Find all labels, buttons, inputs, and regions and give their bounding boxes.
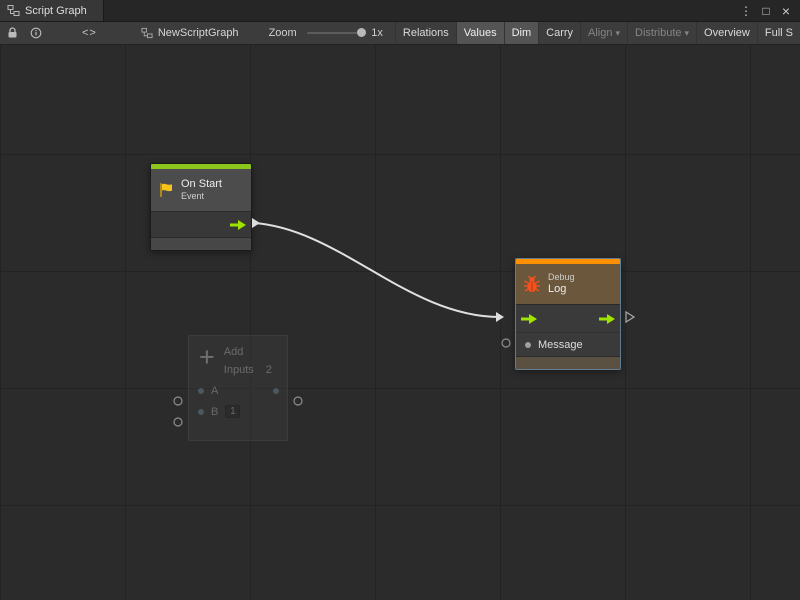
debug-log-node[interactable]: Debug Log Message bbox=[515, 258, 621, 370]
tab-script-graph[interactable]: Script Graph bbox=[0, 0, 104, 21]
graph-asset-icon bbox=[141, 27, 153, 39]
window-controls: ⋮ □ × bbox=[738, 0, 800, 21]
debug-footer bbox=[516, 356, 620, 369]
port-a-icon bbox=[198, 388, 204, 394]
node-title: Log bbox=[548, 283, 575, 296]
close-icon[interactable]: × bbox=[778, 1, 794, 21]
node-subtitle: Event bbox=[181, 191, 222, 202]
debug-message-row[interactable]: Message bbox=[516, 332, 620, 356]
chevron-down-icon: ▾ bbox=[616, 28, 621, 39]
chevron-down-icon: ▾ bbox=[685, 28, 690, 39]
on-start-footer bbox=[151, 237, 251, 250]
overview-button[interactable]: Overview bbox=[696, 22, 757, 44]
flag-icon bbox=[157, 181, 175, 199]
on-start-node[interactable]: On Start Event bbox=[150, 163, 252, 251]
graph-name-label: NewScriptGraph bbox=[158, 27, 239, 39]
carry-button[interactable]: Carry bbox=[538, 22, 580, 44]
wire-source-arrow-icon[interactable] bbox=[252, 218, 260, 228]
tab-title: Script Graph bbox=[25, 5, 87, 17]
values-button[interactable]: Values bbox=[456, 22, 504, 44]
port-row-a: A bbox=[189, 380, 287, 401]
port-b-value-field: 1 bbox=[225, 405, 240, 418]
message-port-ring-icon[interactable] bbox=[502, 339, 510, 347]
edit-source-icon[interactable]: <> bbox=[82, 27, 97, 39]
node-category: Debug bbox=[548, 272, 575, 283]
maximize-icon[interactable]: □ bbox=[758, 1, 774, 21]
debug-trigger-row bbox=[516, 304, 620, 332]
zoom-slider[interactable] bbox=[307, 32, 364, 34]
add-preview-header: + Add Inputs 2 bbox=[189, 336, 287, 380]
zoom-label: Zoom bbox=[269, 27, 297, 39]
port-b-icon bbox=[198, 409, 204, 415]
port-b-label: B bbox=[211, 406, 218, 418]
on-start-body bbox=[151, 211, 251, 237]
wires-overlay bbox=[0, 45, 800, 600]
port-row-b: B 1 bbox=[189, 401, 287, 422]
graph-canvas[interactable]: On Start Event bbox=[0, 45, 800, 600]
graph-asset-reference[interactable]: NewScriptGraph bbox=[141, 27, 239, 39]
inputs-count: 2 bbox=[266, 364, 272, 376]
dim-button[interactable]: Dim bbox=[504, 22, 539, 44]
add-node-preview: + Add Inputs 2 A B 1 bbox=[188, 335, 288, 441]
window-titlebar: Script Graph ⋮ □ × bbox=[0, 0, 800, 22]
port-a-label: A bbox=[211, 385, 218, 397]
info-icon[interactable] bbox=[30, 27, 42, 39]
trigger-input-port-icon[interactable] bbox=[521, 314, 537, 324]
node-title: On Start bbox=[181, 178, 222, 191]
port-b-ring-icon[interactable] bbox=[174, 418, 182, 426]
toolbar-buttons: Relations Values Dim Carry Align ▾ Distr… bbox=[395, 22, 800, 44]
zoom-slider-thumb[interactable] bbox=[357, 28, 366, 37]
connection-wire[interactable] bbox=[254, 223, 500, 317]
value-input-port-icon[interactable] bbox=[525, 342, 531, 348]
zoom-value: 1x bbox=[371, 27, 383, 39]
align-button[interactable]: Align ▾ bbox=[580, 22, 627, 44]
relations-button[interactable]: Relations bbox=[395, 22, 456, 44]
output-port-ring-icon[interactable] bbox=[294, 397, 302, 405]
input-port-label: Message bbox=[538, 339, 583, 351]
graph-toolbar: <> NewScriptGraph Zoom 1x Relations Valu… bbox=[0, 22, 800, 45]
add-preview-title: Add bbox=[224, 346, 272, 358]
trigger-output-port-icon[interactable] bbox=[599, 314, 615, 324]
bug-icon bbox=[522, 274, 542, 294]
distribute-button[interactable]: Distribute ▾ bbox=[627, 22, 696, 44]
script-graph-window: Script Graph ⋮ □ × <> bbox=[0, 0, 800, 600]
wire-target-arrow-icon[interactable] bbox=[496, 312, 504, 322]
port-a-ring-icon[interactable] bbox=[174, 397, 182, 405]
debug-unconnected-output-port-icon[interactable] bbox=[626, 312, 634, 322]
inputs-label: Inputs bbox=[224, 364, 254, 376]
window-menu-icon[interactable]: ⋮ bbox=[738, 1, 754, 21]
script-graph-icon bbox=[7, 4, 20, 17]
trigger-output-port-icon[interactable] bbox=[230, 220, 246, 230]
on-start-header: On Start Event bbox=[151, 169, 251, 211]
plus-icon: + bbox=[199, 345, 215, 369]
lock-icon[interactable] bbox=[7, 27, 18, 39]
output-port-icon bbox=[273, 388, 279, 394]
debug-header: Debug Log bbox=[516, 264, 620, 304]
fullscreen-button[interactable]: Full S bbox=[757, 22, 800, 44]
